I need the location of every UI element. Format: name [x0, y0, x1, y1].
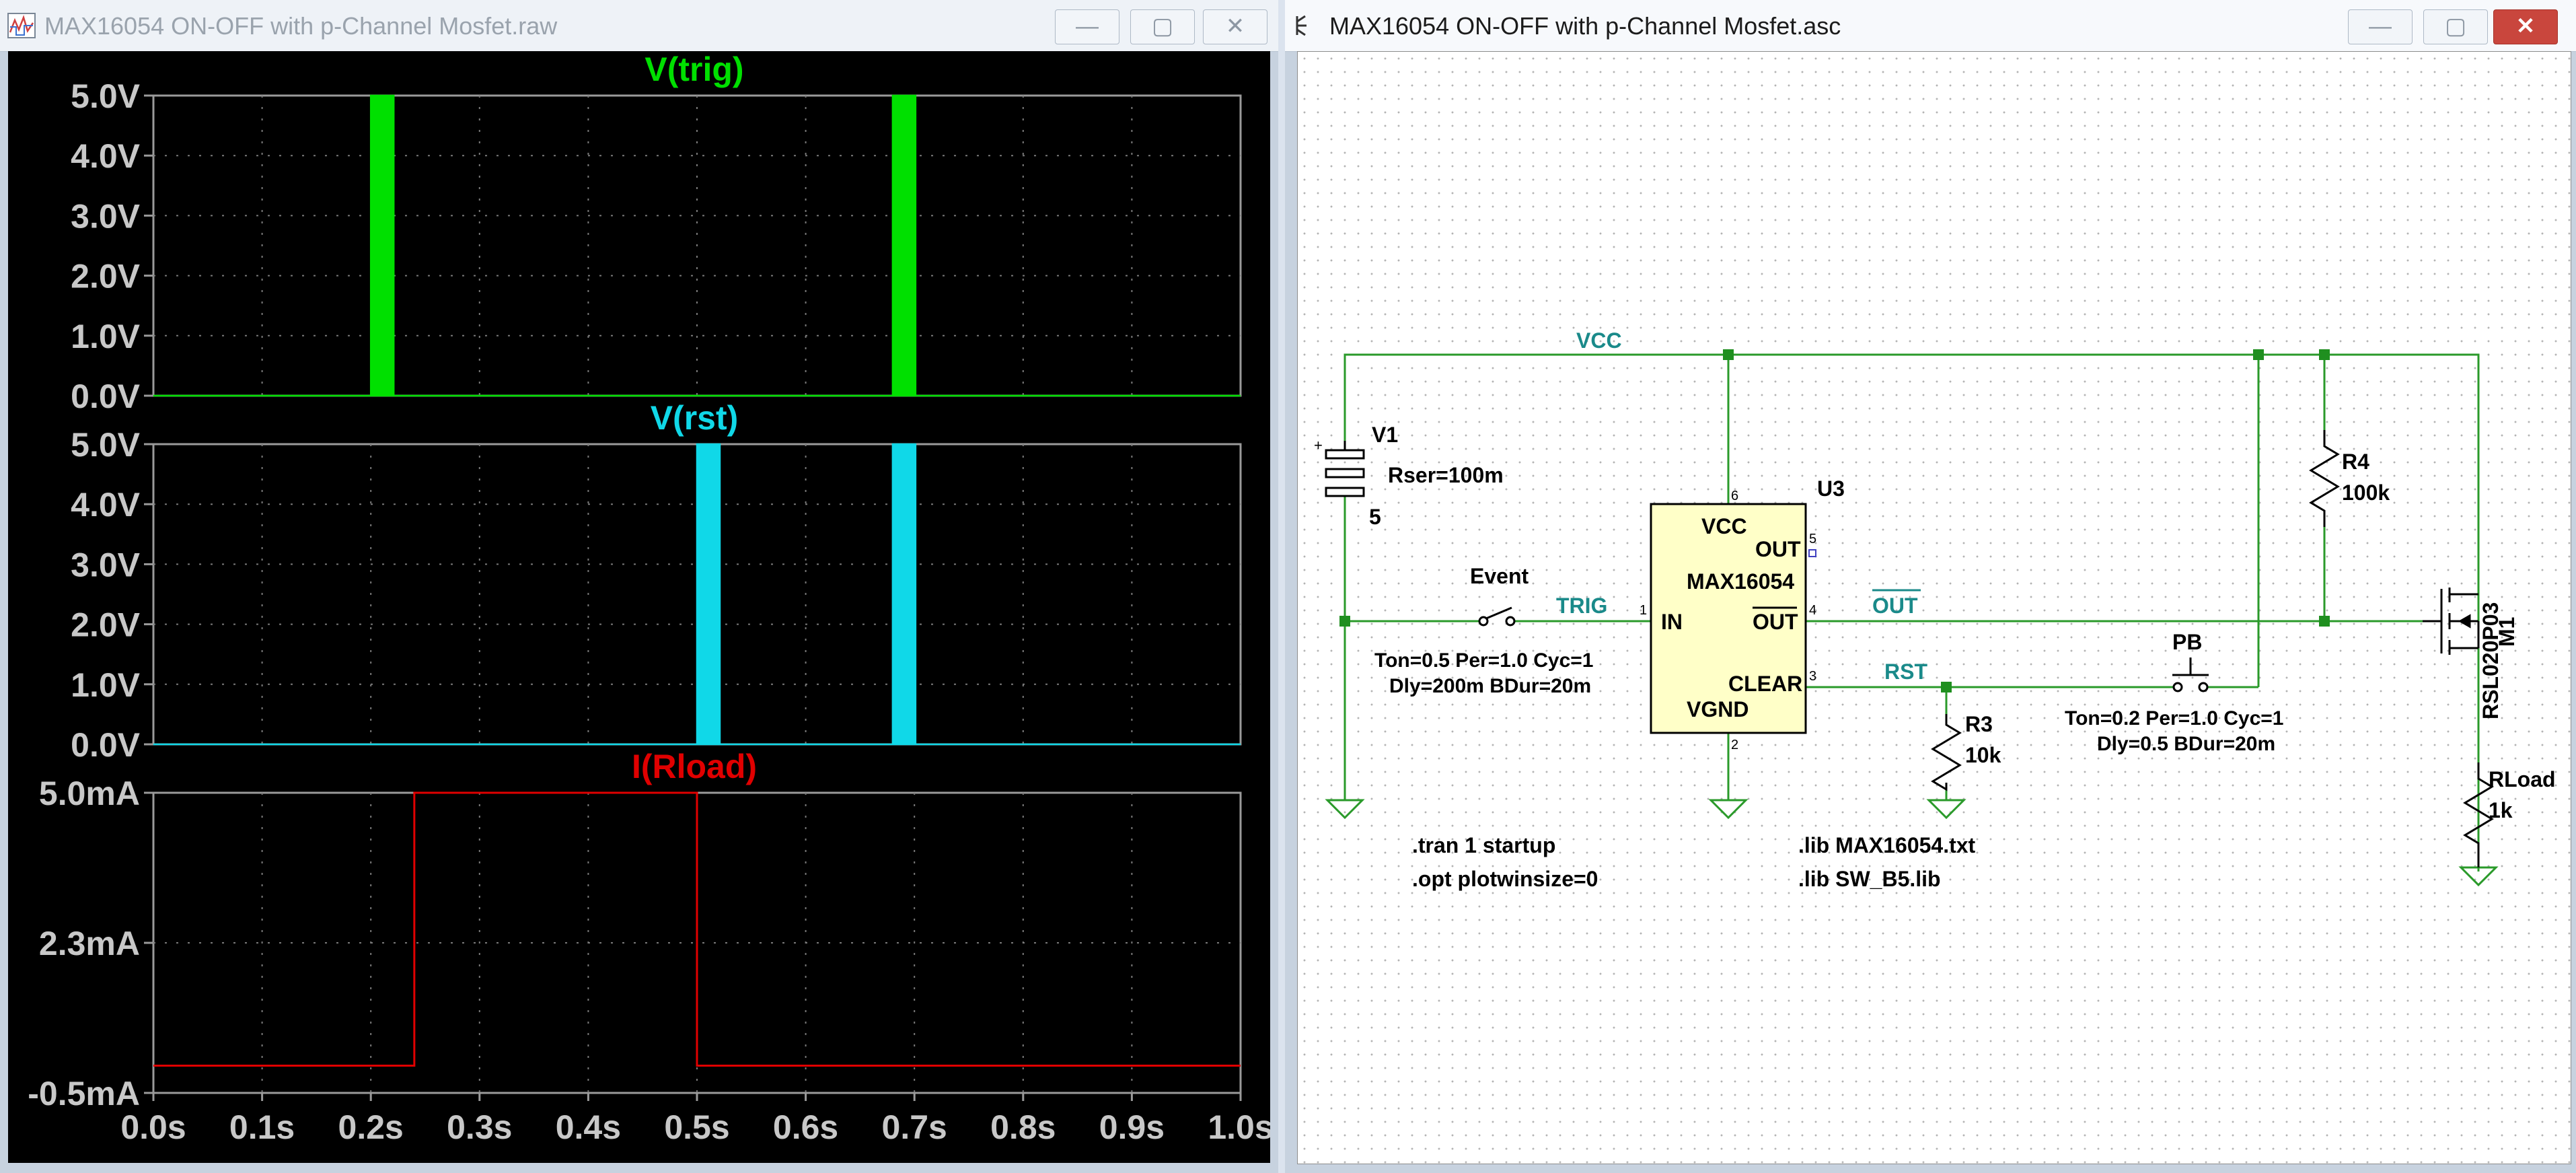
xtick-label: 0.5s — [664, 1108, 729, 1146]
ytick-label: 1.0V — [71, 318, 141, 355]
u3-pin-outbar: OUT — [1753, 610, 1798, 634]
spice-directive-tran[interactable]: .tran 1 startup — [1412, 833, 1555, 857]
u3-pin-vgnd: VGND — [1687, 697, 1749, 721]
trace-title-rload[interactable]: I(Rload) — [632, 748, 757, 785]
ytick-label: 5.0V — [71, 426, 141, 464]
u3-part: MAX16054 — [1687, 569, 1794, 594]
schematic-titlebar[interactable]: MAX16054 ON-OFF with p-Channel Mosfet.as… — [1285, 0, 2576, 52]
xtick-label: 0.1s — [229, 1108, 295, 1146]
ytick-label: 0.0V — [71, 726, 141, 764]
u3-name[interactable]: U3 — [1817, 476, 1845, 501]
ytick-label: 4.0V — [71, 486, 141, 524]
xtick-label: 0.6s — [773, 1108, 838, 1146]
r3-name[interactable]: R3 — [1965, 712, 1993, 736]
u3-pin-num-6: 6 — [1731, 489, 1738, 503]
event-switch-symbol[interactable] — [1478, 606, 1516, 627]
r4-value[interactable]: 100k — [2342, 481, 2390, 505]
xtick-label: 0.9s — [1099, 1108, 1165, 1146]
pb-name[interactable]: PB — [2172, 630, 2202, 654]
close-button[interactable]: ✕ — [1203, 9, 1267, 44]
resistor-r3-symbol[interactable] — [1931, 714, 1962, 791]
xtick-label: 1.0s — [1208, 1108, 1270, 1146]
u3-pin-vcc: VCC — [1701, 514, 1747, 538]
ytick-label: 4.0V — [71, 137, 141, 175]
u3-pin-num-3: 3 — [1809, 669, 1816, 684]
resistor-r4-symbol[interactable] — [2309, 430, 2340, 527]
svg-text:+: + — [1314, 437, 1323, 454]
xtick-label: 0.4s — [556, 1108, 621, 1146]
event-name[interactable]: Event — [1470, 564, 1529, 588]
ytick-label: 2.0V — [71, 606, 141, 644]
trace-title-rst[interactable]: V(rst) — [651, 399, 739, 437]
battery-v1-symbol[interactable]: + — [1314, 437, 1365, 497]
spice-directive-opt[interactable]: .opt plotwinsize=0 — [1412, 867, 1598, 891]
u3-pin-out-open — [1808, 549, 1816, 557]
spice-lib-max16054[interactable]: .lib MAX16054.txt — [1798, 833, 1976, 857]
close-button[interactable]: ✕ — [2493, 9, 2558, 44]
waveform-window[interactable]: MAX16054 ON-OFF with p-Channel Mosfet.ra… — [0, 0, 1278, 1173]
spice-lib-sw[interactable]: .lib SW_B5.lib — [1798, 867, 1941, 891]
minimize-button[interactable]: — — [2348, 9, 2413, 44]
event-param-line2[interactable]: Dly=200m BDur=20m — [1389, 675, 1591, 697]
minimize-button[interactable]: — — [1055, 9, 1119, 44]
ytick-label: 2.0V — [71, 258, 141, 295]
net-label-vcc[interactable]: VCC — [1576, 328, 1622, 353]
xtick-label: 0.7s — [882, 1108, 947, 1146]
grid-lines — [144, 94, 1242, 1101]
u3-pin-num-2: 2 — [1731, 738, 1738, 752]
net-label-out[interactable]: OUT — [1872, 594, 1918, 618]
xtick-label: 0.8s — [990, 1108, 1056, 1146]
ytick-label: -0.5mA — [28, 1075, 140, 1112]
r4-name[interactable]: R4 — [2342, 450, 2369, 474]
v1-param[interactable]: Rser=100m — [1388, 463, 1504, 487]
ytick-label: 1.0V — [71, 666, 141, 704]
r3-value[interactable]: 10k — [1965, 743, 2001, 767]
schematic-window-title: MAX16054 ON-OFF with p-Channel Mosfet.as… — [1329, 12, 1841, 40]
schematic-drawing[interactable]: + V1 Rser=100m 5 VCC TRIG OUT RST Event … — [1298, 52, 2571, 1164]
u3-pin-in: IN — [1661, 610, 1683, 634]
ytick-label: 2.3mA — [39, 925, 140, 962]
u3-pin-out: OUT — [1755, 537, 1801, 561]
ytick-label: 0.0V — [71, 378, 141, 415]
ytick-label: 3.0V — [71, 546, 141, 583]
waveform-plot-area[interactable]: V(trig) V(rst) I(Rload) 5.0V 4.0V 3.0V 2.0V… — [8, 50, 1274, 1163]
m1-part[interactable]: RSL020P03 — [2478, 602, 2503, 719]
v1-value[interactable]: 5 — [1369, 505, 1381, 529]
rload-name[interactable]: RLoad — [2489, 767, 2556, 791]
maximize-button[interactable]: ▢ — [1130, 9, 1195, 44]
trace-rst[interactable] — [153, 443, 1241, 746]
waveform-titlebar[interactable]: MAX16054 ON-OFF with p-Channel Mosfet.ra… — [0, 0, 1278, 52]
u3-pin-num-1: 1 — [1640, 603, 1647, 618]
waveform-window-title: MAX16054 ON-OFF with p-Channel Mosfet.ra… — [44, 12, 558, 40]
axis-labels: 5.0V 4.0V 3.0V 2.0V 1.0V 0.0V 5.0V 4.0V 3.0V 2.0V… — [28, 77, 1273, 1146]
ytick-label: 5.0V — [71, 77, 141, 115]
schematic-canvas[interactable]: + V1 Rser=100m 5 VCC TRIG OUT RST Event … — [1297, 51, 2571, 1164]
rload-value[interactable]: 1k — [2489, 798, 2513, 822]
waveform-app-icon — [7, 13, 36, 38]
mosfet-m1-symbol[interactable] — [2423, 588, 2480, 655]
schematic-window[interactable]: MAX16054 ON-OFF with p-Channel Mosfet.as… — [1285, 0, 2576, 1173]
net-label-rst[interactable]: RST — [1884, 660, 1927, 684]
xtick-label: 0.3s — [447, 1108, 512, 1146]
event-param-line1[interactable]: Ton=0.5 Per=1.0 Cyc=1 — [1374, 649, 1593, 672]
schematic-app-icon — [1296, 15, 1307, 36]
maximize-button[interactable]: ▢ — [2423, 9, 2488, 44]
u3-pin-num-5: 5 — [1809, 532, 1816, 546]
pb-param-line1[interactable]: Ton=0.2 Per=1.0 Cyc=1 — [2065, 707, 2283, 730]
waveform-plots[interactable]: V(trig) V(rst) I(Rload) 5.0V 4.0V 3.0V 2.0V… — [8, 50, 1273, 1163]
v1-name[interactable]: V1 — [1372, 423, 1398, 447]
pb-param-line2[interactable]: Dly=0.5 BDur=20m — [2097, 733, 2275, 755]
pushbutton-pb-symbol[interactable] — [2172, 657, 2209, 692]
xtick-label: 0.2s — [338, 1108, 404, 1146]
net-label-trig[interactable]: TRIG — [1556, 594, 1607, 618]
u3-pin-clear: CLEAR — [1728, 672, 1802, 696]
ytick-label: 5.0mA — [39, 775, 140, 812]
trace-rload[interactable] — [153, 791, 1241, 1067]
ytick-label: 3.0V — [71, 197, 141, 235]
u3-pin-num-4: 4 — [1809, 603, 1816, 618]
trace-title-trig[interactable]: V(trig) — [645, 50, 743, 88]
xtick-label: 0.0s — [120, 1108, 186, 1146]
traces — [153, 94, 1241, 1067]
